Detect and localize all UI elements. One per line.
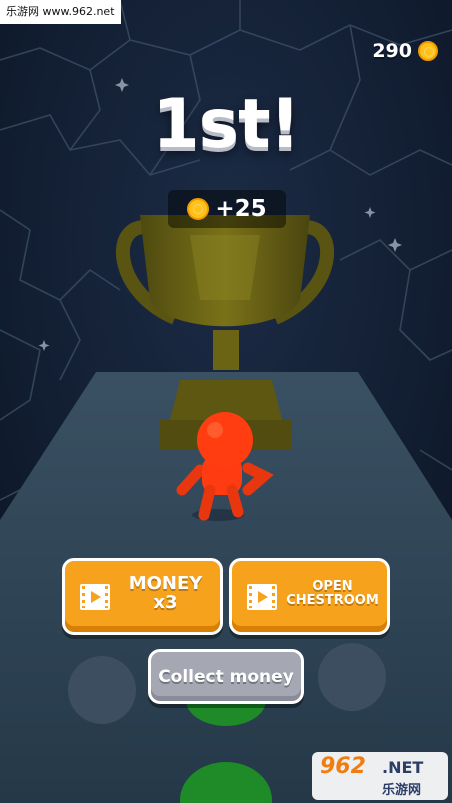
coin-icon [187, 198, 210, 220]
collect-money-button[interactable]: Collect money [148, 649, 304, 704]
logo-site-name: 乐游网 [382, 783, 422, 798]
watermark-banner: 乐游网 www.962.net [0, 0, 121, 24]
coin-icon [418, 41, 438, 61]
collect-money-label: Collect money [158, 666, 294, 687]
video-ad-icon [247, 584, 277, 610]
watermark-text: 乐游网 www.962.net [6, 5, 115, 18]
money-x3-button[interactable]: MONEY x3 [62, 558, 223, 635]
money-x3-label: MONEY x3 [117, 574, 214, 613]
reward-amount: +25 [215, 196, 267, 222]
video-ad-icon [80, 584, 110, 610]
watermark-logo: 962 .NET 乐游网 [312, 752, 448, 800]
reward-badge: +25 [168, 190, 286, 228]
chestroom-label-line1: OPEN [312, 579, 353, 594]
chestroom-label-line2: CHESTROOM [286, 592, 379, 608]
open-chestroom-button[interactable]: OPEN CHESTROOM [229, 558, 390, 635]
coin-count: 290 [372, 40, 412, 62]
logo-domain: .NET [382, 758, 424, 777]
place-title: 1st! [152, 85, 300, 164]
open-chestroom-label: OPEN CHESTROOM [282, 580, 383, 607]
coin-counter: 290 [372, 40, 438, 62]
money-label-line2: x3 [153, 591, 178, 613]
logo-number: 962 [320, 754, 366, 779]
